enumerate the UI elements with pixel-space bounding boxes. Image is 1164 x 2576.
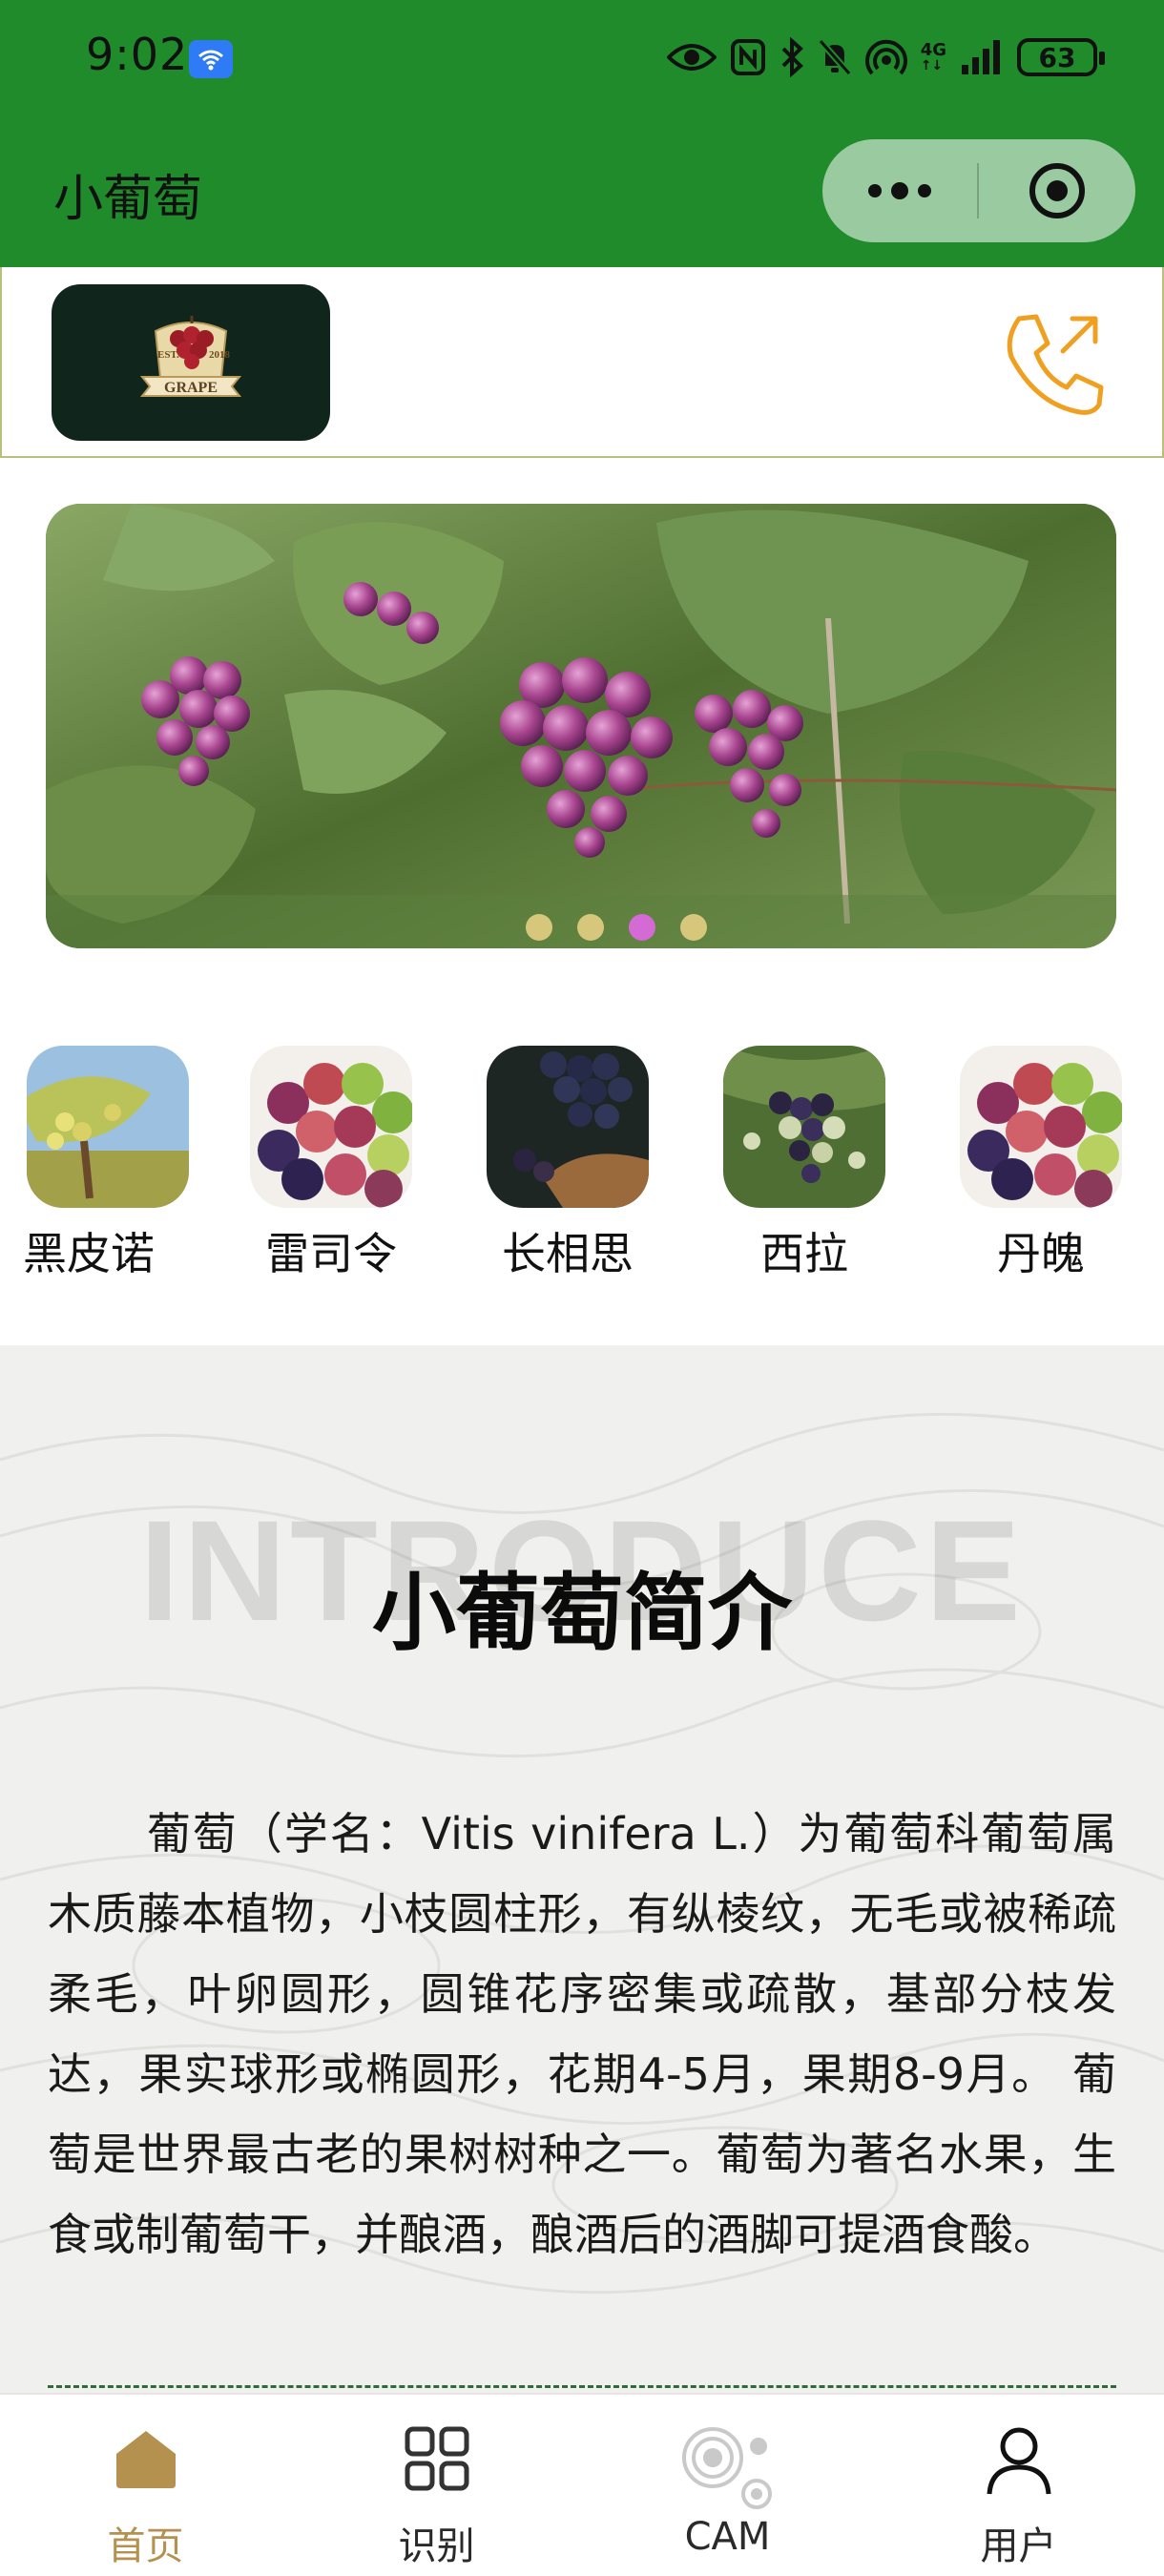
tab-label: CAM — [684, 2515, 771, 2559]
carousel-dot[interactable] — [577, 914, 604, 941]
carousel-dot-active[interactable] — [629, 914, 655, 941]
mini-program-capsule — [822, 139, 1135, 242]
more-dots-icon[interactable] — [822, 139, 977, 242]
network-type: 4G ↑↓ — [920, 40, 946, 73]
variety-name: 黑皮诺 — [23, 1228, 155, 1279]
tab-user[interactable]: 用户 — [873, 2395, 1164, 2576]
bluetooth-icon — [781, 37, 803, 77]
intro-body: 葡萄（学名：Vitis vinifera L.）为葡萄科葡萄属木质藤本植物，小枝… — [48, 1808, 1116, 2260]
hotspot-icon — [864, 39, 907, 75]
page-title: 小葡萄 — [53, 171, 203, 228]
tab-recognize[interactable]: 识别 — [291, 2395, 582, 2576]
status-time: 9:02 — [86, 29, 189, 80]
tab-label: 用户 — [980, 2524, 1057, 2568]
variety-item[interactable]: 长相思 — [468, 1046, 668, 1282]
variety-item[interactable]: 丹魄 — [941, 1046, 1141, 1282]
svg-text:EST.: EST. — [157, 349, 179, 361]
carousel-indicator — [46, 914, 1116, 941]
wifi-icon — [189, 40, 233, 78]
variety-item[interactable]: 黑皮诺 — [8, 1046, 208, 1282]
tab-bar: 首页 识别 CAM 用户 — [0, 2393, 1164, 2576]
tab-label: 首页 — [107, 2524, 184, 2568]
variety-thumb — [487, 1046, 649, 1208]
variety-name: 雷司令 — [265, 1228, 397, 1279]
user-icon — [984, 2425, 1054, 2500]
variety-thumb — [960, 1046, 1122, 1208]
nav-bar: 小葡萄 — [0, 118, 1164, 267]
variety-thumb — [250, 1046, 412, 1208]
variety-item[interactable]: 雷司令 — [231, 1046, 431, 1282]
tab-home[interactable]: 首页 — [0, 2395, 291, 2576]
status-bar: 9:02 4G ↑↓ 63 — [0, 0, 1164, 118]
variety-item[interactable]: 西拉 — [704, 1046, 904, 1282]
variety-list: 黑皮诺 雷司令 长相思 西拉 丹魄 — [0, 1046, 1164, 1284]
battery-level: 63 — [1038, 41, 1076, 73]
tab-cam[interactable]: CAM — [582, 2395, 873, 2576]
mute-icon — [818, 38, 852, 76]
variety-thumb — [27, 1046, 189, 1208]
grid-icon — [404, 2425, 470, 2496]
carousel-dot[interactable] — [526, 914, 552, 941]
nfc-icon — [730, 39, 765, 75]
target-close-icon[interactable] — [979, 139, 1135, 242]
signal-icon — [962, 40, 1000, 74]
tab-label: 识别 — [398, 2524, 475, 2568]
svg-text:GRAPE: GRAPE — [164, 380, 218, 396]
intro-title: 小葡萄简介 — [371, 1564, 792, 1662]
variety-name: 西拉 — [760, 1228, 848, 1279]
cam-icon — [680, 2425, 776, 2515]
header-bar: EST. 2018 GRAPE — [0, 267, 1164, 458]
home-icon — [113, 2425, 179, 2496]
carousel-dot[interactable] — [680, 914, 707, 941]
svg-text:2018: 2018 — [209, 349, 231, 361]
variety-thumb — [723, 1046, 885, 1208]
banner-image — [46, 504, 1116, 948]
intro-section: INTRODUCE 小葡萄简介 葡萄（学名：Vitis vinifera L.）… — [0, 1345, 1164, 2395]
phone-call-icon[interactable] — [994, 305, 1112, 427]
eye-icon — [666, 44, 717, 71]
section-divider — [48, 2385, 1116, 2388]
system-icons: 4G ↑↓ 63 — [666, 31, 1105, 84]
battery-icon: 63 — [1017, 38, 1105, 76]
variety-name: 丹魄 — [997, 1228, 1085, 1279]
grape-logo[interactable]: EST. 2018 GRAPE — [52, 284, 330, 441]
banner-carousel[interactable] — [46, 504, 1116, 948]
variety-name: 长相思 — [502, 1228, 634, 1279]
